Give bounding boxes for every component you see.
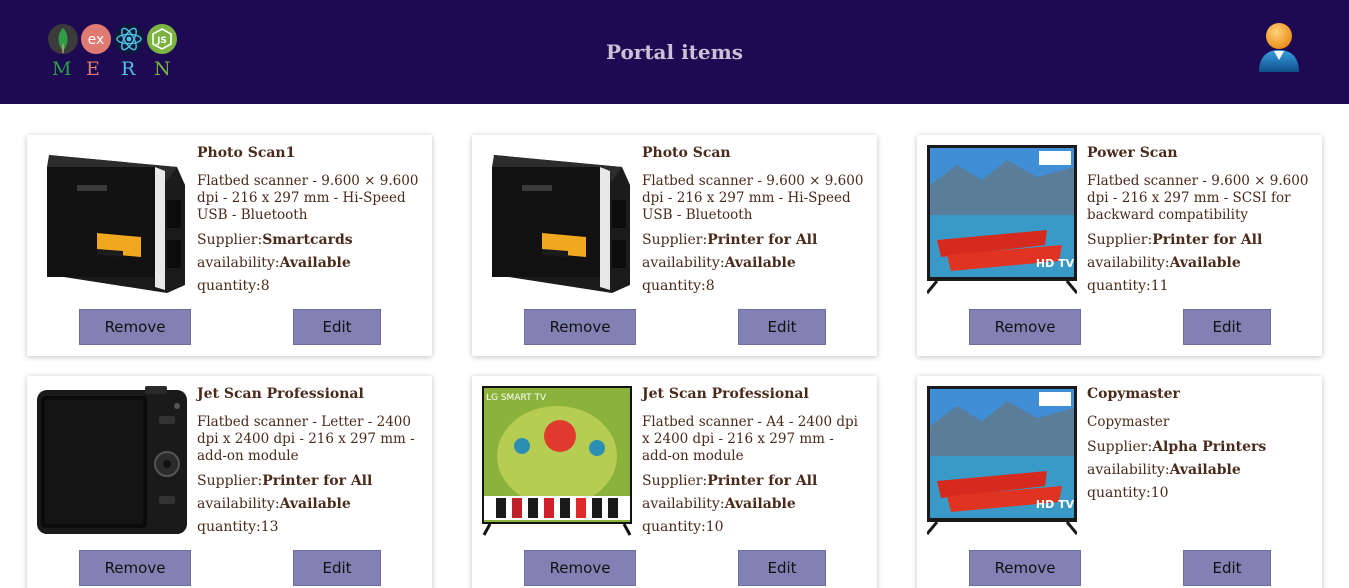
item-name: Photo Scan bbox=[642, 145, 731, 161]
item-name: Jet Scan Professional bbox=[197, 386, 364, 402]
item-description: Flatbed scanner - A4 - 2400 dpi x 2400 d… bbox=[642, 414, 858, 464]
item-description: Copymaster bbox=[1087, 414, 1170, 430]
item-card: Jet Scan Professional Flatbed scanner - … bbox=[27, 376, 432, 588]
edit-button[interactable]: Edit bbox=[1183, 309, 1271, 345]
remove-button[interactable]: Remove bbox=[524, 550, 636, 586]
item-name: Jet Scan Professional bbox=[642, 386, 809, 402]
edit-button[interactable]: Edit bbox=[293, 309, 381, 345]
remove-button[interactable]: Remove bbox=[79, 309, 191, 345]
item-quantity: quantity:8 bbox=[197, 278, 270, 294]
product-image-tv: HD TV bbox=[925, 386, 1079, 536]
item-name: Copymaster bbox=[1087, 386, 1180, 402]
item-supplier: Supplier:Printer for All bbox=[642, 473, 818, 489]
edit-button[interactable]: Edit bbox=[293, 550, 381, 586]
remove-button[interactable]: Remove bbox=[524, 309, 636, 345]
item-name: Power Scan bbox=[1087, 145, 1178, 161]
item-quantity: quantity:8 bbox=[642, 278, 715, 294]
item-description: Flatbed scanner - 9.600 × 9.600 dpi - 21… bbox=[642, 173, 864, 223]
app-header: ex JS M E R N Portal items bbox=[0, 0, 1349, 104]
item-quantity: quantity:10 bbox=[642, 519, 724, 535]
remove-button[interactable]: Remove bbox=[969, 550, 1081, 586]
product-image-scanner bbox=[482, 145, 632, 295]
edit-button[interactable]: Edit bbox=[738, 309, 826, 345]
item-supplier: Supplier:Smartcards bbox=[197, 232, 353, 248]
product-image-scanner bbox=[37, 145, 187, 295]
item-availability: availability:Available bbox=[197, 496, 351, 512]
item-quantity: quantity:13 bbox=[197, 519, 279, 535]
item-supplier: Supplier:Printer for All bbox=[1087, 232, 1263, 248]
tv-badge-text: HD TV bbox=[1036, 257, 1075, 270]
remove-button[interactable]: Remove bbox=[79, 550, 191, 586]
tv-badge-text: HD TV bbox=[1036, 498, 1075, 511]
item-card: LG SMART TV Jet Scan Professional Flatbe… bbox=[472, 376, 877, 588]
item-availability: availability:Available bbox=[642, 496, 796, 512]
tv-badge-text: LG SMART TV bbox=[486, 393, 547, 403]
product-image-tv: LG SMART TV bbox=[482, 386, 632, 536]
edit-button[interactable]: Edit bbox=[1183, 550, 1271, 586]
item-quantity: quantity:10 bbox=[1087, 485, 1169, 501]
item-availability: availability:Available bbox=[197, 255, 351, 271]
edit-button[interactable]: Edit bbox=[738, 550, 826, 586]
item-supplier: Supplier:Alpha Printers bbox=[1087, 439, 1267, 455]
item-availability: availability:Available bbox=[1087, 462, 1241, 478]
item-availability: availability:Available bbox=[1087, 255, 1241, 271]
product-image-tv: HD TV bbox=[925, 145, 1079, 295]
item-supplier: Supplier:Printer for All bbox=[642, 232, 818, 248]
item-availability: availability:Available bbox=[642, 255, 796, 271]
remove-button[interactable]: Remove bbox=[969, 309, 1081, 345]
page-title: Portal items bbox=[605, 40, 744, 64]
item-name: Photo Scan1 bbox=[197, 145, 296, 161]
item-description: Flatbed scanner - 9.600 × 9.600 dpi - 21… bbox=[197, 173, 419, 223]
product-image-camera bbox=[37, 386, 187, 536]
item-description: Flatbed scanner - 9.600 × 9.600 dpi - 21… bbox=[1087, 173, 1309, 223]
item-quantity: quantity:11 bbox=[1087, 278, 1169, 294]
item-supplier: Supplier:Printer for All bbox=[197, 473, 373, 489]
user-avatar-icon[interactable] bbox=[1256, 20, 1302, 74]
item-card: Photo Scan1 Flatbed scanner - 9.600 × 9.… bbox=[27, 135, 432, 356]
item-card: HD TV Copymaster Copymaster Supplier:Alp… bbox=[917, 376, 1322, 588]
item-description: Flatbed scanner - Letter - 2400 dpi x 24… bbox=[197, 414, 415, 464]
item-card: Photo Scan Flatbed scanner - 9.600 × 9.6… bbox=[472, 135, 877, 356]
item-card: HD TV Power Scan Flatbed scanner - 9.600… bbox=[917, 135, 1322, 356]
